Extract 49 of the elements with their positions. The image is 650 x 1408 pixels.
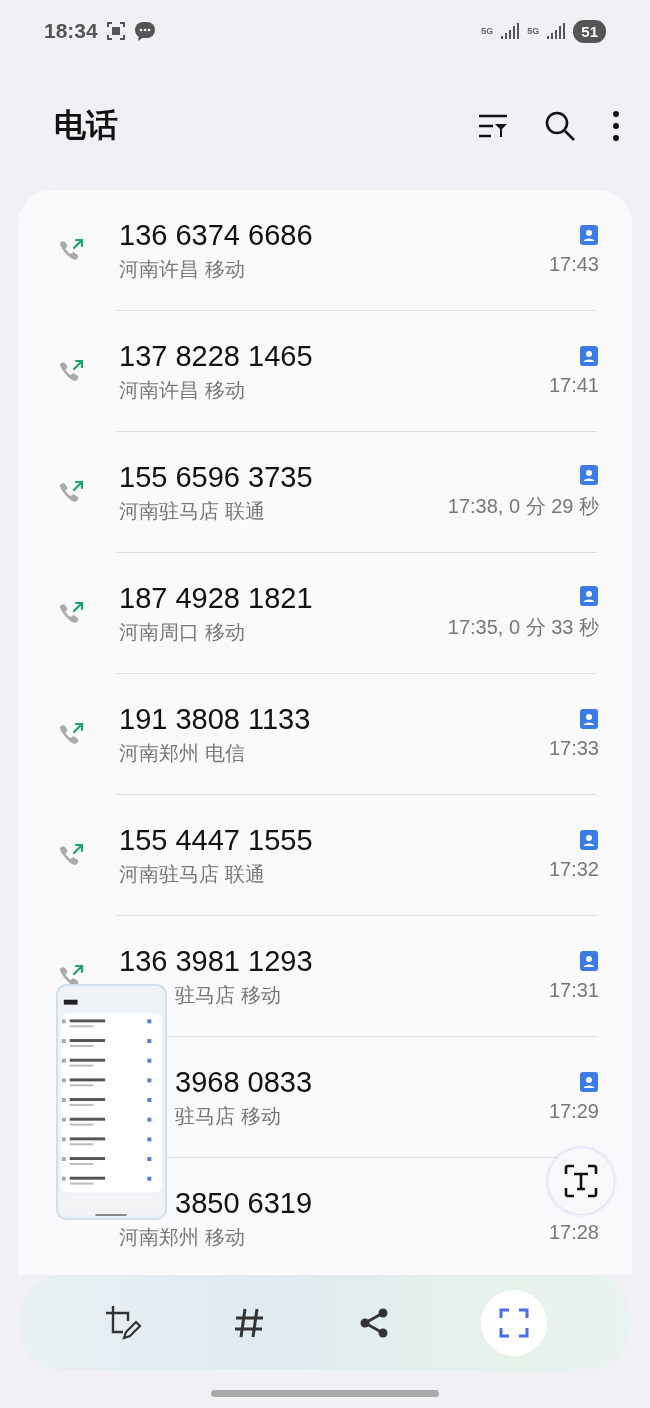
- phone-number[interactable]: 155 4447 1555: [119, 823, 313, 857]
- page-title: 电话: [54, 106, 119, 145]
- call-time: 17:35, 0 分 33 秒: [447, 615, 599, 640]
- call-time: 17:29: [548, 1100, 599, 1123]
- call-time: 17:28: [548, 1221, 599, 1244]
- number-location: 驻马店 移动: [175, 1103, 281, 1129]
- contact-icon[interactable]: [579, 1072, 599, 1092]
- more-icon[interactable]: [612, 111, 620, 141]
- phone-number[interactable]: 187 4928 1821: [119, 581, 313, 615]
- number-location: 驻马店 移动: [175, 982, 281, 1008]
- message-icon: [133, 20, 156, 42]
- call-time: 17:38, 0 分 29 秒: [447, 494, 599, 519]
- contact-icon[interactable]: [579, 830, 599, 850]
- phone-number[interactable]: 3968 0833: [175, 1065, 313, 1099]
- phone-number[interactable]: 155 6596 3735: [119, 460, 313, 494]
- phone-number[interactable]: 3850 6319: [175, 1186, 313, 1220]
- screenshot-icon: [105, 21, 126, 41]
- number-location: 河南许昌 移动: [119, 256, 245, 282]
- phone-number[interactable]: 191 3808 1133: [119, 702, 311, 736]
- number-location: 河南驻马店 联通: [119, 861, 265, 887]
- contact-icon[interactable]: [579, 951, 599, 971]
- signal-icon: [547, 23, 566, 39]
- call-time: 17:43: [548, 253, 599, 276]
- search-icon[interactable]: [544, 110, 576, 142]
- contact-icon[interactable]: [579, 465, 599, 485]
- filter-icon[interactable]: [478, 113, 508, 139]
- call-time: 17:31: [548, 979, 599, 1002]
- phone-number[interactable]: 137 8228 1465: [119, 339, 313, 373]
- call-time: 17:33: [548, 737, 599, 760]
- number-location: 河南许昌 移动: [119, 377, 245, 403]
- phone-number[interactable]: 136 6374 6686: [119, 218, 313, 252]
- number-location: 河南郑州 电信: [119, 740, 245, 766]
- text-recognition-icon: [564, 1164, 598, 1198]
- network-label: 5G: [527, 26, 540, 36]
- call-time: 17:32: [548, 858, 599, 881]
- call-time: 17:41: [548, 374, 599, 397]
- contact-icon[interactable]: [579, 346, 599, 366]
- contact-icon[interactable]: [579, 586, 599, 606]
- number-location: 河南周口 移动: [119, 619, 245, 645]
- scan-icon: [499, 1307, 529, 1338]
- signal-icon: [501, 23, 520, 39]
- phone-number[interactable]: 136 3981 1293: [119, 944, 313, 978]
- number-location: 河南郑州 移动: [119, 1224, 245, 1250]
- contact-icon[interactable]: [579, 225, 599, 245]
- status-time: 18:34: [44, 19, 98, 43]
- network-label: 5G: [481, 26, 494, 36]
- contact-icon[interactable]: [579, 709, 599, 729]
- number-location: 河南驻马店 联通: [119, 498, 265, 524]
- battery-level: 51: [573, 19, 606, 43]
